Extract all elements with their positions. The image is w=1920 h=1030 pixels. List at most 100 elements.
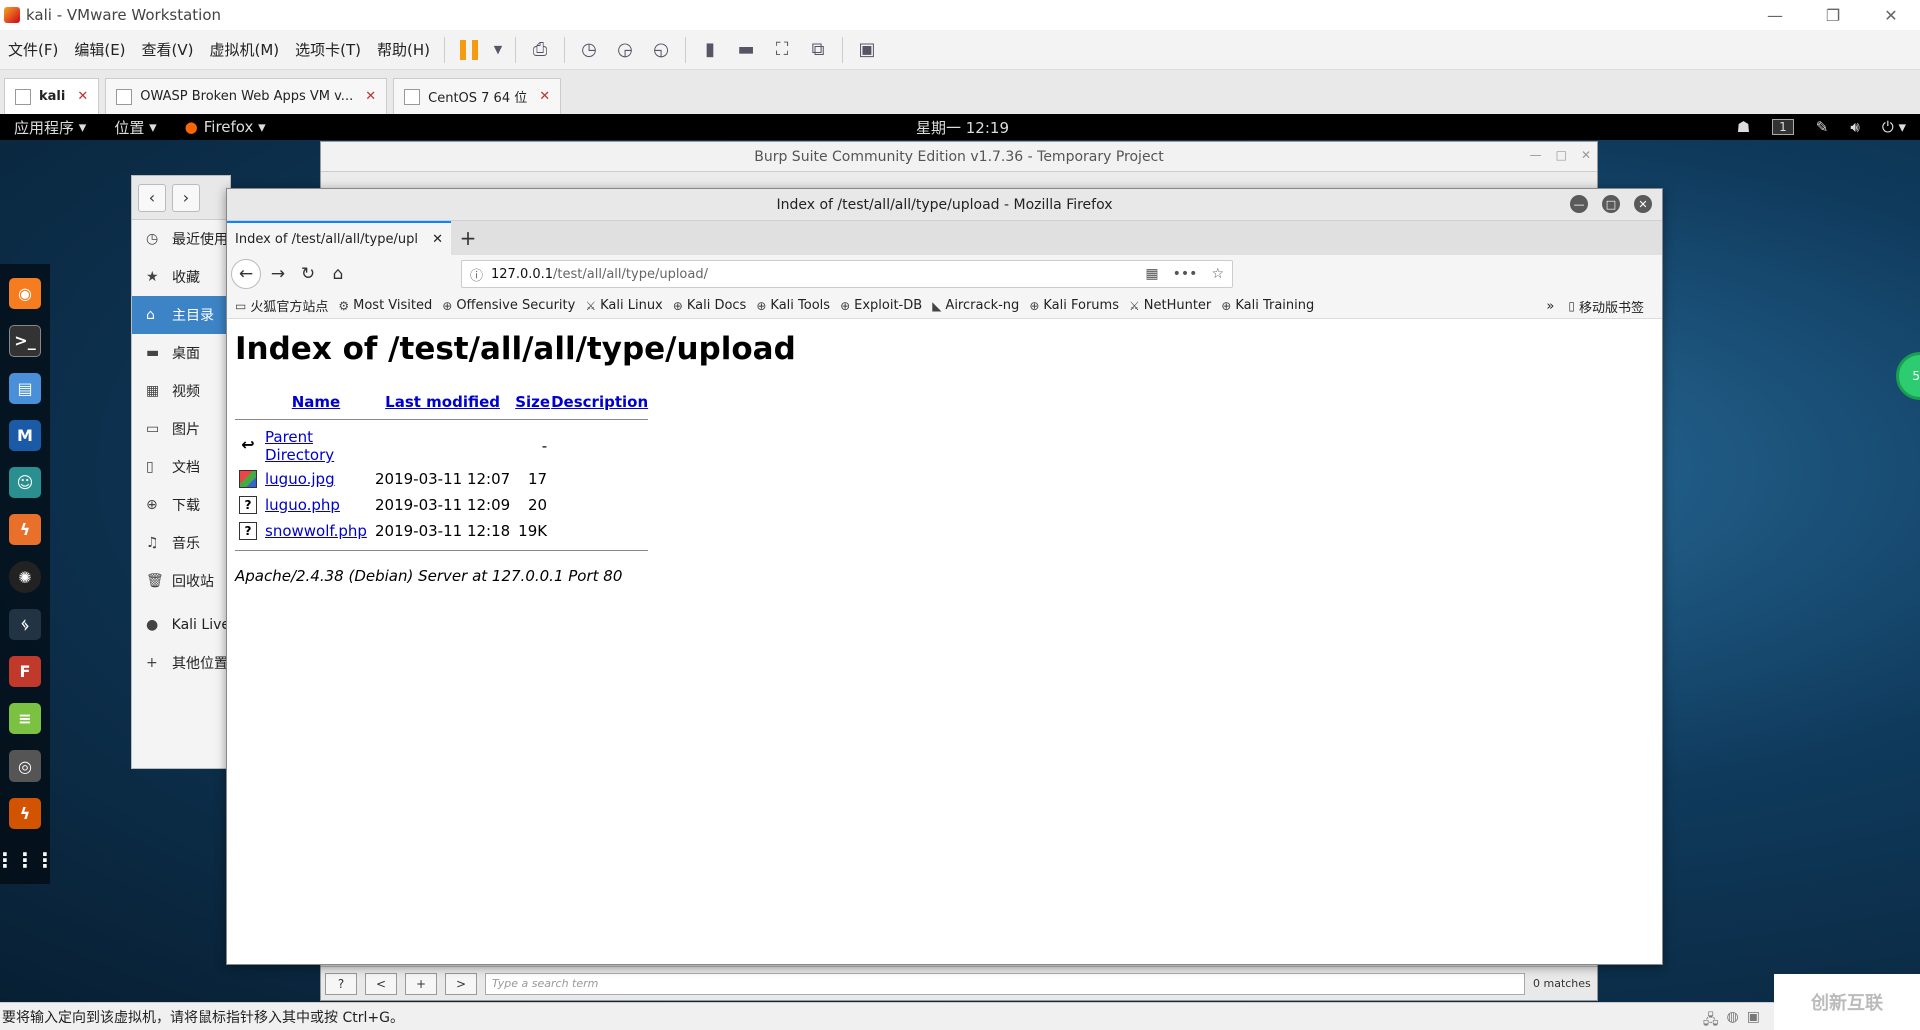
menu-edit[interactable]: 编辑(E) bbox=[66, 39, 133, 60]
url-bar[interactable]: ⓘ 127.0.0.1/test/all/all/type/upload/ ▦ … bbox=[461, 260, 1233, 288]
sidebar-item-desktop[interactable]: ▬ 桌面 bbox=[132, 334, 230, 372]
metasploit-dock-icon[interactable]: M bbox=[9, 419, 41, 451]
bookmark-item[interactable]: ⚔ Kali Linux bbox=[585, 298, 662, 313]
maximize-icon[interactable]: □ bbox=[1602, 195, 1620, 213]
disc-icon[interactable]: ◍ bbox=[1727, 1009, 1739, 1030]
menu-vm[interactable]: 虚拟机(M) bbox=[202, 39, 288, 60]
close-icon[interactable]: ✕ bbox=[539, 89, 550, 104]
clock[interactable]: 星期一 12:19 bbox=[916, 117, 1009, 138]
vm-tab-owasp[interactable]: OWASP Broken Web Apps VM v... ✕ bbox=[105, 78, 388, 114]
parent-directory-link[interactable]: Parent Directory bbox=[265, 428, 334, 464]
minimize-icon[interactable]: — bbox=[1530, 148, 1542, 162]
sort-name-link[interactable]: Name bbox=[292, 393, 340, 411]
pen-icon[interactable]: ✎ bbox=[1816, 118, 1829, 136]
sidebar-item-music[interactable]: ♫ 音乐 bbox=[132, 524, 230, 562]
bookmark-item[interactable]: ⚙ Most Visited bbox=[338, 298, 432, 313]
bookmark-item[interactable]: ⊕ Offensive Security bbox=[442, 298, 575, 313]
close-icon[interactable]: ✕ bbox=[1634, 195, 1652, 213]
close-icon[interactable]: ✕ bbox=[432, 232, 443, 247]
network-icon[interactable]: 🖧︎ bbox=[1703, 1009, 1719, 1030]
sidebar-item-home[interactable]: ⌂ 主目录 bbox=[132, 296, 230, 334]
burp-alt-dock-icon[interactable]: ϟ bbox=[9, 797, 41, 829]
sort-size-link[interactable]: Size bbox=[515, 393, 550, 411]
search-input[interactable]: Type a search term bbox=[485, 972, 1525, 995]
sidebar-item-other-locations[interactable]: + 其他位置 bbox=[132, 644, 230, 682]
chevron-right-icon[interactable]: » bbox=[1546, 299, 1554, 314]
applications-menu[interactable]: 应用程序 ▾ bbox=[0, 117, 100, 138]
minimize-icon[interactable]: — bbox=[1570, 195, 1588, 213]
pause-dropdown-icon[interactable]: ▼ bbox=[490, 35, 506, 65]
bookmark-item[interactable]: ⊕ Kali Docs bbox=[673, 298, 747, 313]
beef-dock-icon[interactable]: ᛃ bbox=[9, 608, 41, 640]
file-manager-window[interactable]: ‹ › ◷ 最近使用 ★ 收藏 ⌂ 主目录 ▬ 桌面 ▦ 视频 ▭ 图片 ▯ 文档 ⊕ 下载 ♫… bbox=[131, 175, 231, 769]
new-tab-button[interactable]: + bbox=[451, 221, 485, 255]
armitage-dock-icon[interactable]: ☺ bbox=[9, 466, 41, 499]
files-dock-icon[interactable]: ▤ bbox=[9, 372, 41, 404]
show-applications-icon[interactable]: ⋮⋮⋮ bbox=[0, 845, 55, 876]
menu-view[interactable]: 查看(V) bbox=[134, 39, 202, 60]
snapshot-icon[interactable]: ◷ bbox=[574, 35, 604, 65]
mobile-bookmarks[interactable]: ▯ 移动版书签 bbox=[1568, 297, 1644, 316]
bookmark-item[interactable]: ⊕ Exploit-DB bbox=[840, 298, 922, 313]
home-button[interactable]: ⌂ bbox=[323, 259, 353, 289]
sort-modified-link[interactable]: Last modified bbox=[385, 393, 500, 411]
info-icon[interactable]: ⓘ bbox=[470, 265, 483, 284]
sidebar-item-kali-live[interactable]: ● Kali Live bbox=[132, 606, 230, 644]
menu-file[interactable]: 文件(F) bbox=[0, 39, 66, 60]
guest-desktop[interactable]: 应用程序 ▾ 位置 ▾ ● Firefox ▾ 星期一 12:19 ☗ 1 ✎ 🔊… bbox=[0, 114, 1920, 1002]
firefox-window[interactable]: Index of /test/all/all/type/upload - Moz… bbox=[226, 188, 1663, 965]
maltego-dock-icon[interactable]: ✺ bbox=[9, 561, 41, 593]
close-icon[interactable]: ✕ bbox=[365, 89, 376, 104]
sidebar-item-trash[interactable]: 🗑︎ 回收站 bbox=[132, 562, 230, 600]
bookmark-star-icon[interactable]: ☆ bbox=[1211, 266, 1224, 282]
pause-button[interactable] bbox=[454, 35, 484, 65]
fullscreen-icon[interactable]: ⛶ bbox=[767, 35, 797, 65]
unity-icon[interactable]: ⧉ bbox=[803, 35, 833, 65]
back-icon[interactable]: ‹ bbox=[138, 183, 166, 212]
reload-button[interactable]: ↻ bbox=[293, 259, 323, 289]
menu-help[interactable]: 帮助(H) bbox=[369, 39, 438, 60]
cherrytree-dock-icon[interactable]: ◎ bbox=[9, 750, 41, 782]
sidebar-item-videos[interactable]: ▦ 视频 bbox=[132, 372, 230, 410]
power-icon[interactable]: ⏻ ▾ bbox=[1882, 118, 1906, 136]
bookmark-item[interactable]: ◣ Aircrack-ng bbox=[932, 298, 1019, 313]
revert-snapshot-icon[interactable]: ◶ bbox=[610, 35, 640, 65]
bookmark-item[interactable]: ⚔ NetHunter bbox=[1129, 298, 1211, 313]
floating-badge[interactable]: 53 bbox=[1896, 352, 1920, 400]
sidebar-item-starred[interactable]: ★ 收藏 bbox=[132, 258, 230, 296]
restore-icon[interactable]: ❐ bbox=[1804, 0, 1862, 30]
workspace-indicator[interactable]: 1 bbox=[1772, 119, 1794, 135]
terminal-dock-icon[interactable]: >_ bbox=[9, 325, 41, 357]
leafpad-dock-icon[interactable]: ≡ bbox=[9, 703, 41, 735]
show-library-icon[interactable]: ▮ bbox=[695, 35, 725, 65]
help-button[interactable]: ? bbox=[325, 972, 357, 995]
previous-button[interactable]: < bbox=[365, 972, 397, 995]
browser-tab[interactable]: Index of /test/all/all/type/upl ✕ bbox=[227, 221, 451, 255]
people-icon[interactable]: ☗ bbox=[1737, 118, 1750, 136]
file-link[interactable]: luguo.jpg bbox=[265, 470, 335, 488]
file-link[interactable]: luguo.php bbox=[265, 496, 340, 514]
sidebar-item-downloads[interactable]: ⊕ 下载 bbox=[132, 486, 230, 524]
page-actions-icon[interactable]: ••• bbox=[1173, 266, 1198, 282]
close-icon[interactable]: ✕ bbox=[1862, 0, 1920, 30]
places-menu[interactable]: 位置 ▾ bbox=[100, 117, 170, 138]
firefox-dock-icon[interactable]: ◉ bbox=[9, 278, 41, 310]
back-button[interactable]: ← bbox=[231, 259, 261, 289]
bookmark-item[interactable]: ▭ 火狐官方站点 bbox=[235, 296, 328, 316]
bookmark-item[interactable]: ⊕ Kali Tools bbox=[756, 298, 830, 313]
volume-icon[interactable]: 🔊︎ bbox=[1850, 118, 1859, 136]
vm-tab-kali[interactable]: kali ✕ bbox=[4, 78, 100, 114]
sidebar-item-pictures[interactable]: ▭ 图片 bbox=[132, 410, 230, 448]
burp-dock-icon[interactable]: ϟ bbox=[9, 514, 41, 546]
sidebar-item-recent[interactable]: ◷ 最近使用 bbox=[132, 220, 230, 258]
sidebar-item-documents[interactable]: ▯ 文档 bbox=[132, 448, 230, 486]
close-icon[interactable]: ✕ bbox=[1581, 148, 1591, 162]
firefox-app-menu[interactable]: ● Firefox ▾ bbox=[171, 118, 280, 136]
snapshot-manager-icon[interactable]: ◵ bbox=[646, 35, 676, 65]
bookmark-item[interactable]: ⊕ Kali Training bbox=[1221, 298, 1314, 313]
close-icon[interactable]: ✕ bbox=[77, 89, 88, 104]
maximize-icon[interactable]: □ bbox=[1556, 148, 1567, 162]
forward-icon[interactable]: › bbox=[172, 183, 200, 212]
sort-description-link[interactable]: Description bbox=[551, 393, 648, 411]
bookmark-item[interactable]: ⊕ Kali Forums bbox=[1029, 298, 1119, 313]
